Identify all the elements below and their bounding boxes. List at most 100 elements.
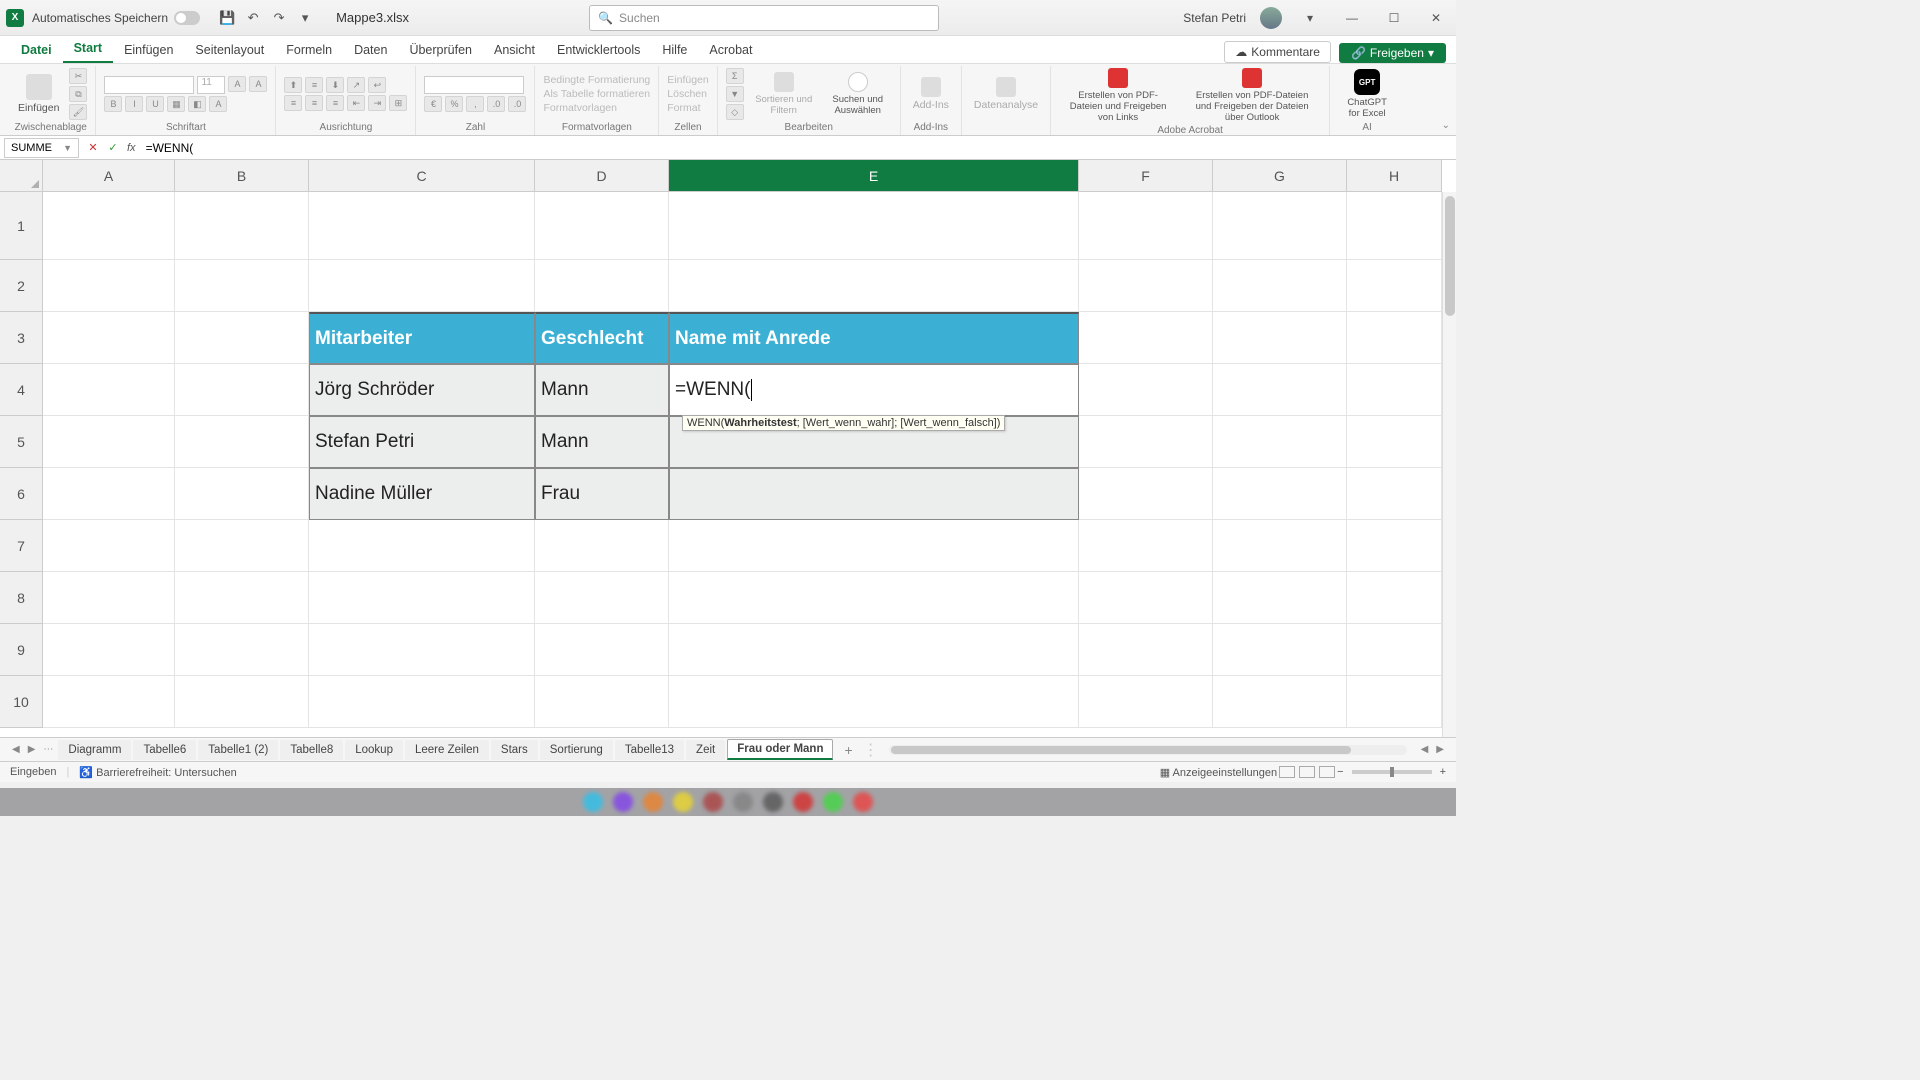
sheet-tab-lookup[interactable]: Lookup [345, 740, 403, 760]
zoom-in-icon[interactable]: + [1440, 766, 1446, 778]
close-icon[interactable]: ✕ [1422, 8, 1450, 28]
format-painter-icon[interactable]: 🖌 [69, 104, 87, 120]
taskbar-app-icon[interactable] [793, 792, 813, 812]
table-header-anrede[interactable]: Name mit Anrede [669, 312, 1079, 364]
taskbar-app-icon[interactable] [733, 792, 753, 812]
taskbar-app-icon[interactable] [703, 792, 723, 812]
sheet-nav-prev-icon[interactable]: ◀ [8, 744, 24, 755]
col-header-g[interactable]: G [1213, 160, 1347, 192]
row-header-10[interactable]: 10 [0, 676, 43, 728]
sheet-tab-leere-zeilen[interactable]: Leere Zeilen [405, 740, 489, 760]
cell-c6[interactable]: Nadine Müller [309, 468, 535, 520]
add-sheet-icon[interactable]: + [834, 742, 862, 758]
row-header-8[interactable]: 8 [0, 572, 43, 624]
chatgpt-button[interactable]: GPTChatGPT for Excel [1338, 67, 1396, 121]
cond-format-button[interactable]: Bedingte Formatierung [543, 74, 650, 86]
cell-c4[interactable]: Jörg Schröder [309, 364, 535, 416]
tab-acrobat[interactable]: Acrobat [698, 37, 763, 63]
sheet-nav-next-icon[interactable]: ▶ [24, 744, 40, 755]
row-header-9[interactable]: 9 [0, 624, 43, 676]
autosum-icon[interactable]: Σ [726, 68, 744, 84]
taskbar-app-icon[interactable] [613, 792, 633, 812]
copy-icon[interactable]: ⧉ [69, 86, 87, 102]
sheet-tab-diagramm[interactable]: Diagramm [58, 740, 131, 760]
view-normal-icon[interactable] [1279, 766, 1295, 778]
sheet-tab-sortierung[interactable]: Sortierung [540, 740, 613, 760]
ribbon-mode-icon[interactable]: ▾ [1296, 8, 1324, 28]
find-select-button[interactable]: Suchen und Auswählen [824, 70, 892, 118]
taskbar-app-icon[interactable] [853, 792, 873, 812]
comma-icon[interactable]: , [466, 96, 484, 112]
save-icon[interactable]: 💾 [217, 8, 237, 28]
pdf-outlook-button[interactable]: Erstellen von PDF-Dateien und Freigeben … [1183, 66, 1321, 125]
grow-font-icon[interactable]: A [228, 76, 246, 92]
align-bot-icon[interactable]: ⬇ [326, 77, 344, 93]
cell-d4[interactable]: Mann [535, 364, 669, 416]
qat-more-icon[interactable]: ▾ [295, 8, 315, 28]
tab-developer[interactable]: Entwicklertools [546, 37, 651, 63]
cell-d5[interactable]: Mann [535, 416, 669, 468]
cell-styles-button[interactable]: Formatvorlagen [543, 102, 650, 114]
tab-help[interactable]: Hilfe [651, 37, 698, 63]
tab-pagelayout[interactable]: Seitenlayout [184, 37, 275, 63]
row-header-4[interactable]: 4 [0, 364, 43, 416]
shrink-font-icon[interactable]: A [249, 76, 267, 92]
vscroll-thumb[interactable] [1445, 196, 1455, 316]
sort-filter-button[interactable]: Sortieren und Filtern [750, 70, 818, 118]
row-header-6[interactable]: 6 [0, 468, 43, 520]
merge-icon[interactable]: ⊞ [389, 95, 407, 111]
cell-d6[interactable]: Frau [535, 468, 669, 520]
view-pagelayout-icon[interactable] [1299, 766, 1315, 778]
bold-icon[interactable]: B [104, 96, 122, 112]
align-left-icon[interactable]: ≡ [284, 95, 302, 111]
row-headers[interactable]: 1 2 3 4 5 6 7 8 9 10 [0, 192, 43, 737]
italic-icon[interactable]: I [125, 96, 143, 112]
sheet-nav-more-icon[interactable]: ⋯ [39, 744, 57, 755]
sheet-tab-frau-oder-mann[interactable]: Frau oder Mann [727, 739, 833, 760]
pdf-links-button[interactable]: Erstellen von PDF-Dateien und Freigeben … [1059, 66, 1177, 125]
zoom-out-icon[interactable]: − [1337, 766, 1343, 778]
fill-icon[interactable]: ▼ [726, 86, 744, 102]
tab-file[interactable]: Datei [10, 37, 63, 63]
taskbar-app-icon[interactable] [673, 792, 693, 812]
maximize-icon[interactable]: ☐ [1380, 8, 1408, 28]
align-top-icon[interactable]: ⬆ [284, 77, 302, 93]
format-cells-button[interactable]: Format [667, 102, 708, 114]
col-header-a[interactable]: A [43, 160, 175, 192]
dec-decimal-icon[interactable]: .0 [508, 96, 526, 112]
clear-icon[interactable]: ◇ [726, 104, 744, 120]
taskbar-app-icon[interactable] [583, 792, 603, 812]
collapse-ribbon-icon[interactable]: ⌄ [1442, 120, 1450, 131]
format-table-button[interactable]: Als Tabelle formatieren [543, 88, 650, 100]
sheet-tab-tabelle13[interactable]: Tabelle13 [615, 740, 684, 760]
sheet-tab-tabelle1-2[interactable]: Tabelle1 (2) [198, 740, 278, 760]
cells-area[interactable]: Mitarbeiter Geschlecht Name mit Anrede J… [43, 192, 1442, 737]
select-all-corner[interactable] [0, 160, 43, 192]
sheet-tab-tabelle8[interactable]: Tabelle8 [280, 740, 343, 760]
enter-formula-icon[interactable]: ✓ [104, 139, 122, 157]
font-color-icon[interactable]: A [209, 96, 227, 112]
user-avatar[interactable] [1260, 7, 1282, 29]
tab-insert[interactable]: Einfügen [113, 37, 184, 63]
underline-icon[interactable]: U [146, 96, 164, 112]
vertical-scrollbar[interactable] [1442, 192, 1456, 737]
tab-review[interactable]: Überprüfen [398, 37, 483, 63]
hscroll-right-icon[interactable]: ▶ [1432, 744, 1448, 755]
col-header-e[interactable]: E [669, 160, 1079, 192]
taskbar-app-icon[interactable] [643, 792, 663, 812]
view-pagebreak-icon[interactable] [1319, 766, 1335, 778]
align-center-icon[interactable]: ≡ [305, 95, 323, 111]
document-name[interactable]: Mappe3.xlsx [336, 10, 409, 25]
tab-home[interactable]: Start [63, 35, 113, 63]
orientation-icon[interactable]: ↗ [347, 77, 365, 93]
fill-color-icon[interactable]: ◧ [188, 96, 206, 112]
font-name-box[interactable] [104, 76, 194, 94]
paste-button[interactable]: Einfügen [14, 72, 63, 116]
hscroll-left-icon[interactable]: ◀ [1417, 744, 1433, 755]
table-header-geschlecht[interactable]: Geschlecht [535, 312, 669, 364]
accessibility-status[interactable]: ♿ Barrierefreiheit: Untersuchen [79, 766, 236, 779]
row-header-5[interactable]: 5 [0, 416, 43, 468]
row-header-1[interactable]: 1 [0, 192, 43, 260]
tab-data[interactable]: Daten [343, 37, 398, 63]
insert-cells-button[interactable]: Einfügen [667, 74, 708, 86]
